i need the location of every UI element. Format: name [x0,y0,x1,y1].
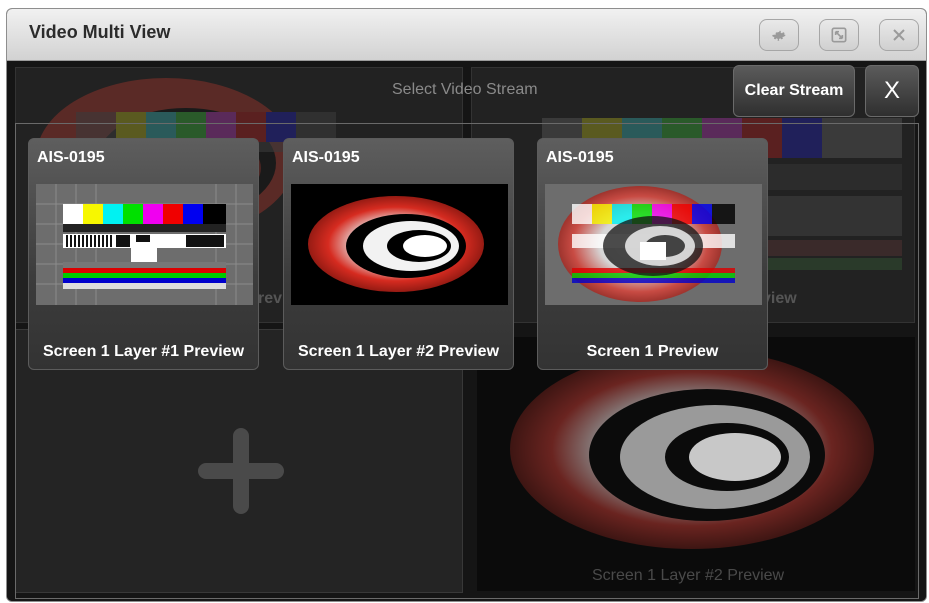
close-icon [893,29,905,41]
stream-label: Screen 1 Layer #1 Preview [42,343,245,360]
video-multi-view-window: Video Multi View rev view Screen 1 Layer… [6,8,927,602]
window-title: Video Multi View [29,22,171,42]
stream-thumbnail [36,184,253,305]
expand-icon [831,27,847,43]
multi-view-area: rev view Screen 1 Layer #2 Preview Selec… [7,61,926,601]
gear-icon [772,30,786,41]
clear-stream-button[interactable]: Clear Stream [733,65,855,117]
stream-card[interactable]: AIS-0195 [537,138,768,370]
test-pattern-image [36,184,253,305]
stream-title: AIS-0195 [546,149,614,166]
stream-card[interactable]: AIS-0195 [283,138,514,370]
settings-button[interactable] [759,19,799,51]
title-bar: Video Multi View [7,9,926,61]
close-window-button[interactable] [879,19,919,51]
fullscreen-button[interactable] [819,19,859,51]
stream-thumbnail [545,184,762,305]
stream-label: Screen 1 Layer #2 Preview [297,343,500,360]
select-stream-heading: Select Video Stream [392,81,538,98]
stream-thumbnail [291,184,508,305]
swirl-logo-image [291,184,508,305]
test-pattern-with-logo-image [545,184,762,305]
stream-title: AIS-0195 [37,149,105,166]
stream-title: AIS-0195 [292,149,360,166]
stream-card[interactable]: AIS-0195 [28,138,259,370]
stream-label: Screen 1 Preview [586,343,719,360]
close-chooser-button[interactable]: X [865,65,919,117]
